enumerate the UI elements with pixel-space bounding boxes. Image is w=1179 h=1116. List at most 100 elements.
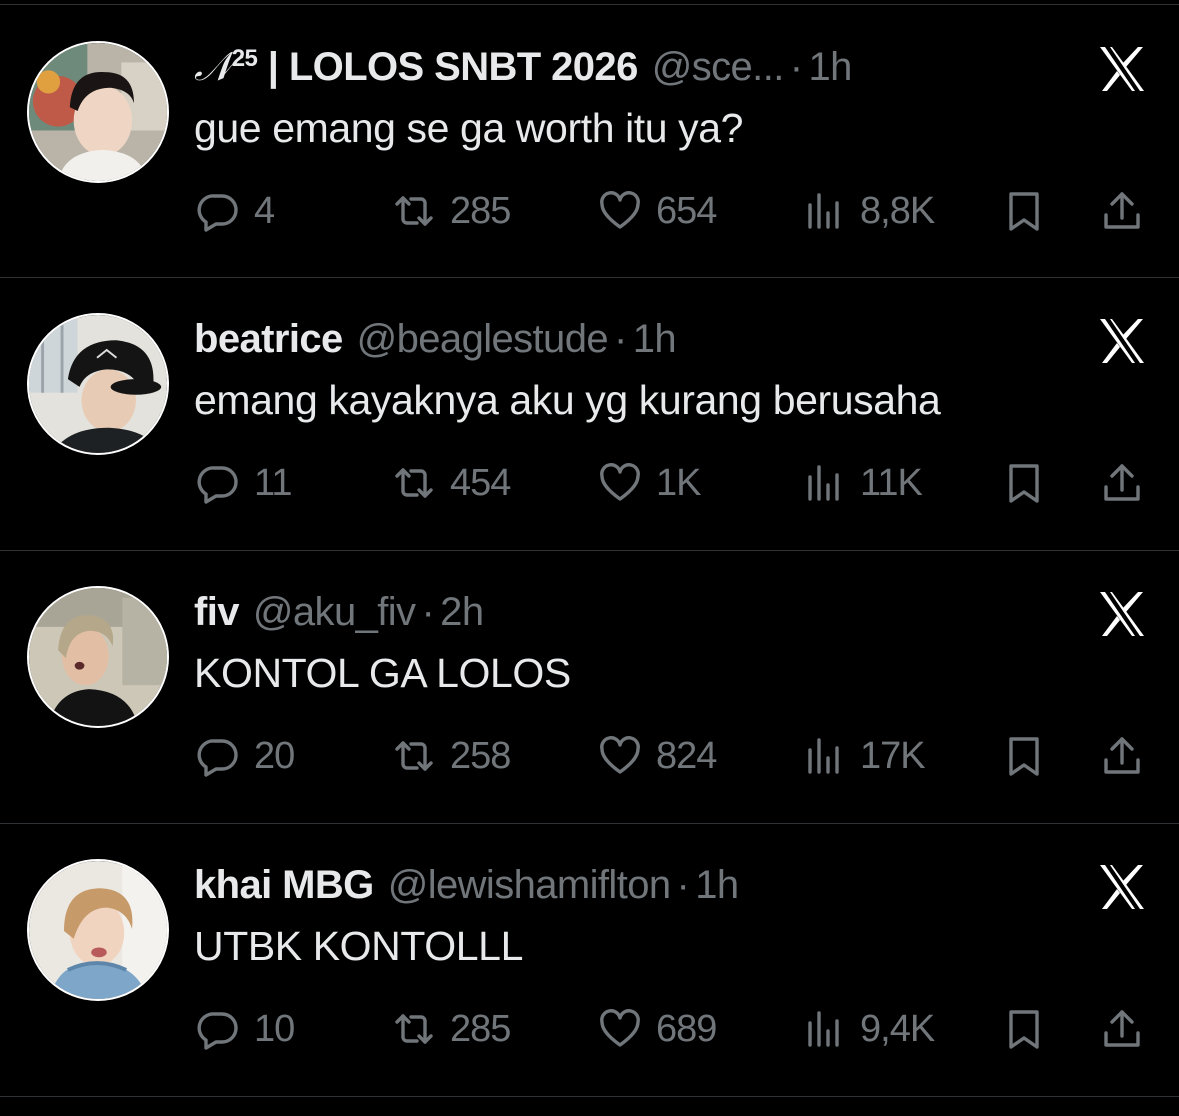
- action-bar: 20 258 824 17K: [196, 730, 1156, 782]
- tweet-header: khai MBG @lewishamiflton · 1h: [194, 859, 739, 911]
- reply-count: 20: [254, 734, 295, 777]
- reply-bubble-icon: [196, 461, 240, 505]
- views-bars-icon: [802, 1007, 846, 1051]
- timestamp[interactable]: 1h: [808, 45, 852, 90]
- retweet-count: 258: [450, 734, 511, 777]
- like-count: 1K: [656, 461, 701, 504]
- like-button[interactable]: 654: [598, 185, 717, 237]
- avatar[interactable]: [27, 313, 169, 455]
- retweet-icon: [392, 1007, 436, 1051]
- bookmark-button[interactable]: [1002, 185, 1046, 237]
- display-name[interactable]: 𝒩25 | LOLOS SNBT 2026: [194, 44, 638, 90]
- retweet-icon: [392, 189, 436, 233]
- views-button[interactable]: 17K: [802, 730, 926, 782]
- bookmark-icon: [1002, 461, 1046, 505]
- avatar[interactable]: [27, 586, 169, 728]
- reply-count: 10: [254, 1007, 295, 1050]
- views-bars-icon: [802, 734, 846, 778]
- tweet-text: emang kayaknya aku yg kurang berusaha: [194, 377, 941, 423]
- views-count: 9,4K: [860, 1007, 935, 1050]
- action-bar: 11 454 1K 11K: [196, 457, 1156, 509]
- like-button[interactable]: 689: [598, 1003, 717, 1055]
- separator-dot: ·: [421, 589, 435, 634]
- separator-dot: ·: [676, 862, 690, 907]
- share-button[interactable]: [1100, 1003, 1144, 1055]
- user-handle[interactable]: @aku_fiv: [253, 590, 416, 635]
- views-count: 8,8K: [860, 189, 935, 232]
- like-count: 824: [656, 734, 717, 777]
- user-handle[interactable]: @lewishamiflton: [388, 863, 671, 908]
- bookmark-icon: [1002, 189, 1046, 233]
- heart-icon: [598, 461, 642, 505]
- heart-icon: [598, 1007, 642, 1051]
- reply-count: 11: [254, 461, 292, 504]
- heart-icon: [598, 189, 642, 233]
- retweet-button[interactable]: 454: [392, 457, 511, 509]
- share-button[interactable]: [1100, 457, 1144, 509]
- like-count: 654: [656, 189, 717, 232]
- share-icon: [1100, 734, 1144, 778]
- user-handle[interactable]: @sce...: [652, 45, 785, 90]
- retweet-button[interactable]: 285: [392, 185, 511, 237]
- tweet-text: KONTOL GA LOLOS: [194, 650, 571, 696]
- x-logo-icon: [1096, 43, 1148, 95]
- tweet[interactable]: khai MBG @lewishamiflton · 1h UTBK KONTO…: [0, 823, 1179, 1097]
- views-button[interactable]: 8,8K: [802, 185, 935, 237]
- action-bar: 10 285 689 9,4K: [196, 1003, 1156, 1055]
- heart-icon: [598, 734, 642, 778]
- bookmark-button[interactable]: [1002, 730, 1046, 782]
- views-button[interactable]: 9,4K: [802, 1003, 935, 1055]
- bookmark-button[interactable]: [1002, 1003, 1046, 1055]
- retweet-button[interactable]: 285: [392, 1003, 511, 1055]
- display-name[interactable]: fiv: [194, 589, 239, 635]
- tweet[interactable]: fiv @aku_fiv · 2h KONTOL GA LOLOS 20 258…: [0, 550, 1179, 824]
- tweet-header: fiv @aku_fiv · 2h: [194, 586, 484, 638]
- reply-bubble-icon: [196, 189, 240, 233]
- action-bar: 4 285 654 8,8K: [196, 185, 1156, 237]
- separator-dot: ·: [789, 44, 803, 89]
- avatar[interactable]: [27, 41, 169, 183]
- display-name[interactable]: beatrice: [194, 316, 343, 362]
- retweet-icon: [392, 734, 436, 778]
- tweet-header: 𝒩25 | LOLOS SNBT 2026 @sce... · 1h: [194, 41, 852, 93]
- tweet-header: beatrice @beaglestude · 1h: [194, 313, 677, 365]
- share-button[interactable]: [1100, 730, 1144, 782]
- reply-button[interactable]: 10: [196, 1003, 295, 1055]
- views-bars-icon: [802, 461, 846, 505]
- timestamp[interactable]: 1h: [695, 863, 739, 908]
- like-button[interactable]: 1K: [598, 457, 701, 509]
- share-icon: [1100, 461, 1144, 505]
- like-count: 689: [656, 1007, 717, 1050]
- tweet-text: UTBK KONTOLLL: [194, 923, 523, 969]
- bookmark-button[interactable]: [1002, 457, 1046, 509]
- reply-button[interactable]: 4: [196, 185, 275, 237]
- retweet-icon: [392, 461, 436, 505]
- reply-bubble-icon: [196, 1007, 240, 1051]
- share-icon: [1100, 1007, 1144, 1051]
- reply-count: 4: [254, 189, 275, 232]
- retweet-count: 285: [450, 189, 511, 232]
- tweet[interactable]: beatrice @beaglestude · 1h emang kayakny…: [0, 277, 1179, 551]
- display-name[interactable]: khai MBG: [194, 862, 374, 908]
- reply-button[interactable]: 20: [196, 730, 295, 782]
- bookmark-icon: [1002, 1007, 1046, 1051]
- views-count: 17K: [860, 734, 926, 777]
- tweet[interactable]: 𝒩25 | LOLOS SNBT 2026 @sce... · 1h gue e…: [0, 4, 1179, 278]
- views-count: 11K: [860, 461, 923, 504]
- bookmark-icon: [1002, 734, 1046, 778]
- user-handle[interactable]: @beaglestude: [357, 317, 609, 362]
- reply-bubble-icon: [196, 734, 240, 778]
- x-logo-icon: [1096, 588, 1148, 640]
- retweet-count: 454: [450, 461, 511, 504]
- views-button[interactable]: 11K: [802, 457, 923, 509]
- avatar[interactable]: [27, 859, 169, 1001]
- timestamp[interactable]: 2h: [440, 590, 484, 635]
- x-logo-icon: [1096, 861, 1148, 913]
- reply-button[interactable]: 11: [196, 457, 292, 509]
- retweet-button[interactable]: 258: [392, 730, 511, 782]
- separator-dot: ·: [614, 316, 627, 361]
- x-logo-icon: [1096, 315, 1148, 367]
- like-button[interactable]: 824: [598, 730, 717, 782]
- timestamp[interactable]: 1h: [633, 317, 677, 362]
- share-button[interactable]: [1100, 185, 1144, 237]
